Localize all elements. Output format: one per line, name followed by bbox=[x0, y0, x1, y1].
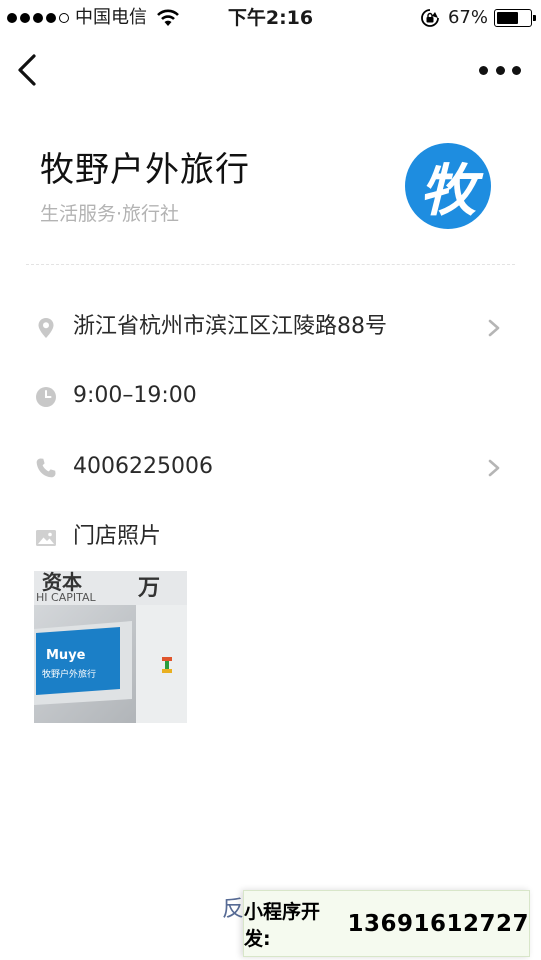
status-bar: 中国电信 下午2:16 67% bbox=[0, 0, 541, 36]
store-logo: 牧 bbox=[405, 143, 491, 229]
hours-row: 9:00–19:00 bbox=[0, 371, 541, 421]
back-button[interactable] bbox=[12, 52, 46, 88]
phone-row[interactable]: 4006225006 bbox=[0, 442, 541, 492]
store-photo-image: 资本 万 HI CAPITAL Muye 牧野户外旅行 bbox=[34, 571, 187, 723]
status-right: 67% bbox=[420, 7, 536, 29]
chevron-left-icon bbox=[18, 54, 36, 86]
phone-text: 4006225006 bbox=[73, 454, 213, 479]
address-text: 浙江省杭州市滨江区江陵路88号 bbox=[73, 314, 387, 339]
more-button[interactable] bbox=[479, 58, 521, 82]
location-pin-icon bbox=[38, 318, 54, 338]
feedback-link[interactable]: 反 bbox=[222, 896, 244, 924]
photo-text-top-right: 万 bbox=[137, 576, 160, 601]
address-row[interactable]: 浙江省杭州市滨江区江陵路88号 bbox=[0, 302, 541, 352]
photo-text-sign-2: 牧野户外旅行 bbox=[42, 668, 96, 680]
photo-text-sub: HI CAPITAL bbox=[36, 591, 96, 604]
battery-icon bbox=[494, 9, 536, 27]
phone-icon bbox=[36, 458, 56, 478]
photos-row: 门店照片 bbox=[0, 512, 541, 562]
developer-phone: 13691612727 bbox=[347, 910, 529, 937]
photos-label: 门店照片 bbox=[73, 524, 162, 549]
store-name: 牧野户外旅行 bbox=[40, 150, 250, 190]
more-dots-icon bbox=[479, 65, 488, 75]
battery-level bbox=[497, 12, 519, 24]
developer-banner: 小程序开发: 13691612727 bbox=[243, 890, 530, 957]
orientation-lock-icon bbox=[421, 9, 439, 27]
chevron-right-icon bbox=[488, 319, 500, 337]
divider bbox=[26, 264, 515, 265]
image-icon bbox=[36, 530, 56, 546]
photo-text-sign-1: Muye bbox=[46, 648, 86, 663]
store-category: 生活服务·旅行社 bbox=[40, 203, 180, 225]
store-photo[interactable]: 资本 万 HI CAPITAL Muye 牧野户外旅行 bbox=[34, 571, 187, 723]
nav-bar bbox=[0, 40, 541, 100]
battery-percent: 67% bbox=[447, 7, 488, 28]
hours-text: 9:00–19:00 bbox=[73, 383, 197, 408]
chevron-right-icon bbox=[488, 459, 500, 477]
clock-icon bbox=[36, 387, 56, 407]
developer-label: 小程序开发: bbox=[244, 900, 321, 950]
